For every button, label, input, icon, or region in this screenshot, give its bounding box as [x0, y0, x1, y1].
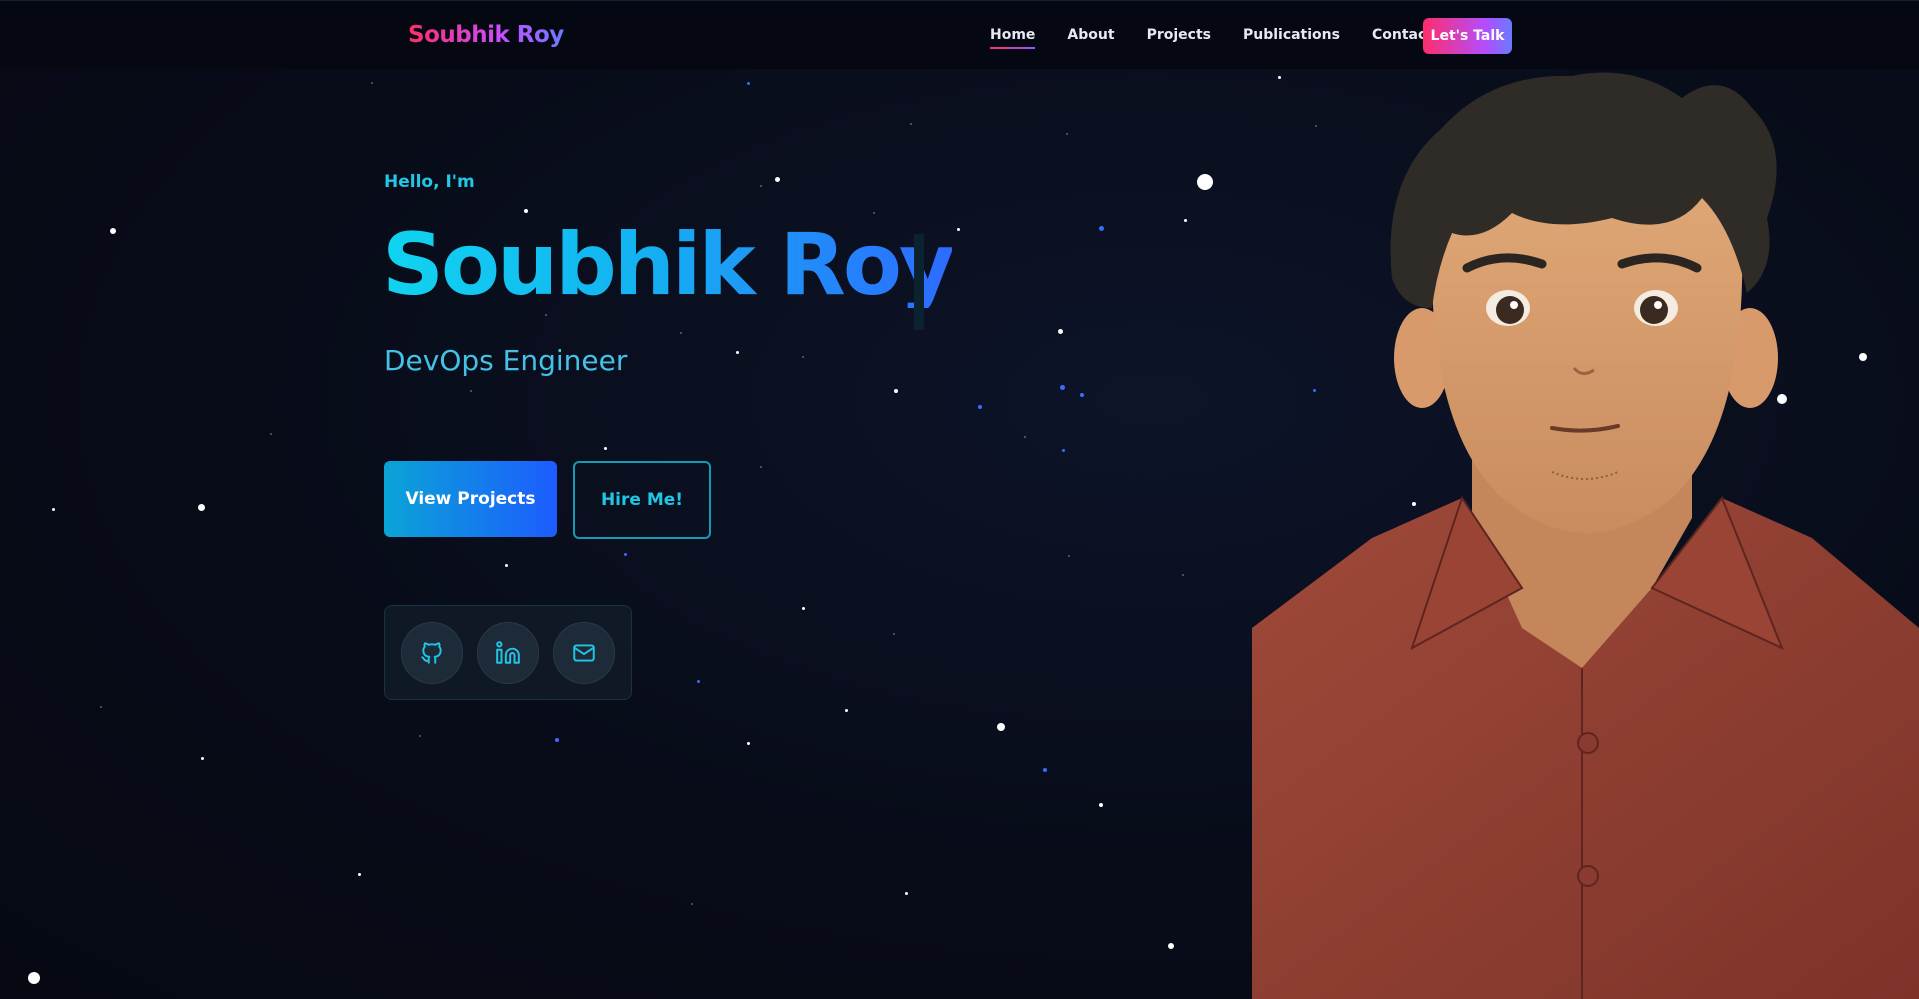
lets-talk-button[interactable]: Let's Talk — [1423, 18, 1512, 54]
nav-link-projects[interactable]: Projects — [1147, 27, 1211, 43]
linkedin-button[interactable] — [477, 622, 539, 684]
site-logo[interactable]: Soubhik Roy — [408, 22, 564, 48]
email-button[interactable] — [553, 622, 615, 684]
profile-portrait — [1252, 68, 1919, 999]
avatar-illustration — [1252, 72, 1919, 999]
page: Soubhik Roy Home About Projects Publicat… — [0, 0, 1919, 999]
github-button[interactable] — [401, 622, 463, 684]
linkedin-icon — [496, 641, 520, 664]
hero-name: Soubhik Roy — [382, 215, 955, 315]
nav-links: Home About Projects Publications Contact — [990, 27, 1465, 49]
github-icon — [421, 642, 442, 664]
nav-link-about[interactable]: About — [1067, 27, 1114, 43]
hero-greeting: Hello, I'm — [384, 172, 475, 192]
social-links — [384, 605, 632, 700]
mail-icon — [573, 644, 595, 662]
typing-cursor — [914, 234, 924, 330]
view-projects-button[interactable]: View Projects — [384, 461, 557, 537]
top-navbar: Soubhik Roy Home About Projects Publicat… — [0, 0, 1919, 69]
hero-role: DevOps Engineer — [384, 344, 628, 377]
nav-link-home[interactable]: Home — [990, 27, 1036, 49]
nav-link-publications[interactable]: Publications — [1243, 27, 1340, 43]
hire-me-button[interactable]: Hire Me! — [573, 461, 711, 539]
